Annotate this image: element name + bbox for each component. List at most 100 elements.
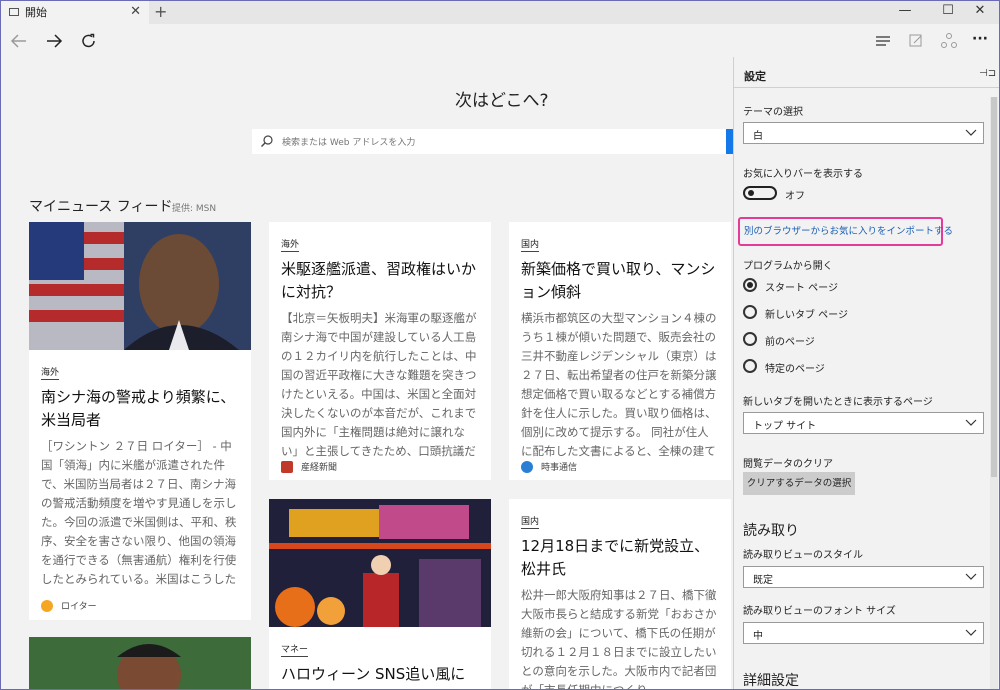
theme-select[interactable]: 白: [743, 122, 984, 144]
divider: [734, 87, 1000, 88]
maximize-button[interactable]: ☐: [933, 3, 963, 18]
card-title[interactable]: 新築価格で買い取り、マンション傾斜: [521, 258, 719, 304]
card-source-name: ロイター: [61, 602, 97, 612]
chevron-down-icon: [965, 419, 977, 426]
feed-title: マイニュース フィード: [29, 199, 173, 215]
card-category: 国内: [521, 514, 540, 529]
refresh-button[interactable]: [75, 28, 103, 54]
web-note-button[interactable]: [902, 28, 930, 54]
new-tab-label: 新しいタブを開いたときに表示するページ: [743, 397, 933, 408]
tab-start[interactable]: 開始 ✕: [1, 0, 149, 24]
title-bar: 開始 ✕ + — ☐ ✕: [0, 0, 1000, 24]
card-title[interactable]: 南シナ海の警戒より頻繁に、米当局者: [41, 386, 239, 432]
radio-new-tab-page[interactable]: [743, 305, 757, 319]
page-headline: 次はどこへ?: [455, 91, 549, 111]
tab-title: 開始: [25, 6, 47, 19]
card-category: 海外: [281, 237, 300, 252]
more-button[interactable]: ···: [966, 28, 994, 54]
chevron-down-icon: [965, 629, 977, 636]
card-source: 時事通信: [521, 460, 577, 473]
toggle-knob: [748, 190, 754, 196]
forward-arrow-icon: [47, 34, 63, 48]
choose-clear-data-button[interactable]: クリアするデータの選択: [743, 472, 855, 495]
settings-panel: 設定 ⊣⊐ テーマの選択 白 お気に入りバーを表示する オフ 別のブラウザーから…: [733, 57, 1000, 690]
theme-label: テーマの選択: [743, 107, 803, 118]
card-category: 国内: [521, 237, 540, 252]
radio-label: 新しいタブ ページ: [765, 310, 848, 321]
pin-icon[interactable]: ⊣⊐: [979, 68, 996, 79]
news-card[interactable]: 海外 南シナ海の警戒より頻繁に、米当局者 ［ワシントン ２７日 ロイター］ - …: [29, 222, 251, 620]
theme-value: 白: [753, 131, 763, 142]
radio-label: 前のページ: [765, 337, 815, 348]
clear-data-label: 閲覧データのクリア: [743, 459, 833, 470]
radio-label: スタート ページ: [765, 283, 838, 294]
news-card[interactable]: 国内 12月18日までに新党設立、松井氏 松井一郎大阪府知事は２７日、橋下徹大阪…: [509, 499, 731, 690]
share-icon: [941, 33, 957, 48]
feed-provider: 提供: MSN: [172, 204, 217, 214]
more-dots-icon: ···: [972, 31, 988, 47]
scrollbar-thumb[interactable]: [991, 97, 997, 477]
new-tab-value: トップ サイト: [753, 421, 817, 432]
card-source: 産経新聞: [281, 460, 337, 473]
card-source-name: 時事通信: [541, 463, 578, 473]
news-photo: [269, 499, 491, 627]
reading-font-label: 読み取りビューのフォント サイズ: [743, 606, 896, 617]
card-summary: ［ワシントン ２７日 ロイター］ - 中国「領海」内に米艦が派遣された件で、米国…: [41, 439, 237, 586]
search-box[interactable]: [252, 129, 734, 154]
reading-font-select[interactable]: 中: [743, 622, 984, 644]
open-with-label: プログラムから開く: [743, 261, 833, 272]
favorites-bar-label: お気に入りバーを表示する: [743, 169, 863, 180]
search-input[interactable]: [280, 132, 724, 153]
search-icon: [261, 135, 273, 147]
card-category: 海外: [41, 365, 60, 380]
card-source-name: 産経新聞: [301, 463, 338, 473]
card-title[interactable]: 米駆逐艦派遣、習政権はいかに対抗？: [281, 258, 479, 304]
back-button[interactable]: [5, 28, 33, 54]
sankei-logo-icon: [281, 460, 293, 473]
hub-icon: [876, 36, 890, 46]
card-title[interactable]: 12月18日までに新党設立、松井氏: [521, 535, 719, 581]
refresh-icon: [82, 33, 95, 48]
forward-button[interactable]: [40, 28, 68, 54]
news-photo: [29, 637, 251, 690]
advanced-header: 詳細設定: [743, 673, 799, 689]
news-card[interactable]: [29, 637, 251, 690]
radio-start-page[interactable]: [743, 278, 757, 292]
card-source: ロイター: [41, 599, 97, 612]
reading-style-label: 読み取りビューのスタイル: [743, 550, 863, 561]
share-button[interactable]: [935, 28, 963, 54]
card-title[interactable]: ハロウィーン SNS追い風に市場急成長: [281, 663, 479, 690]
chevron-down-icon: [965, 573, 977, 580]
nav-bar: ···: [0, 24, 1000, 57]
card-summary: 【北京＝矢板明夫】米海軍の駆逐艦が南シナ海で中国が建設している人工島の１２カイリ…: [281, 311, 477, 458]
news-card[interactable]: 国内 新築価格で買い取り、マンション傾斜 横浜市都筑区の大型マンション４棟のうち…: [509, 222, 731, 480]
close-window-button[interactable]: ✕: [965, 3, 995, 18]
hub-button[interactable]: [869, 28, 897, 54]
news-card[interactable]: 海外 米駆逐艦派遣、習政権はいかに対抗？ 【北京＝矢板明夫】米海軍の駆逐艦が南シ…: [269, 222, 491, 480]
import-favorites-link[interactable]: 別のブラウザーからお気に入りをインポートする: [738, 217, 953, 246]
card-summary: 松井一郎大阪府知事は２７日、橋下徹大阪市長らと結成する新党「おおさか維新の会」に…: [521, 588, 717, 690]
radio-previous-pages[interactable]: [743, 332, 757, 346]
reading-font-value: 中: [753, 631, 763, 642]
settings-scrollbar[interactable]: [990, 97, 998, 690]
page-icon: [9, 8, 19, 16]
card-summary: 横浜市都筑区の大型マンション４棟のうち１棟が傾いた問題で、販売会社の三井不動産レ…: [521, 311, 717, 458]
reading-header: 読み取り: [743, 523, 799, 539]
back-arrow-icon: [10, 34, 26, 48]
radio-specific-page[interactable]: [743, 359, 757, 373]
tab-close-icon[interactable]: ✕: [130, 4, 141, 19]
reuters-logo-icon: [41, 599, 53, 612]
chevron-down-icon: [965, 129, 977, 136]
reading-style-select[interactable]: 既定: [743, 566, 984, 588]
new-tab-button[interactable]: +: [154, 2, 167, 21]
new-tab-select[interactable]: トップ サイト: [743, 412, 984, 434]
news-card[interactable]: マネー ハロウィーン SNS追い風に市場急成長: [269, 499, 491, 690]
radio-label: 特定のページ: [765, 364, 825, 375]
card-category: マネー: [281, 642, 309, 657]
reading-style-value: 既定: [753, 575, 773, 586]
settings-title: 設定: [744, 70, 766, 83]
favorites-bar-state: オフ: [785, 191, 805, 202]
favorites-bar-toggle[interactable]: [743, 186, 777, 200]
minimize-button[interactable]: —: [890, 3, 920, 18]
jiji-logo-icon: [521, 460, 533, 473]
